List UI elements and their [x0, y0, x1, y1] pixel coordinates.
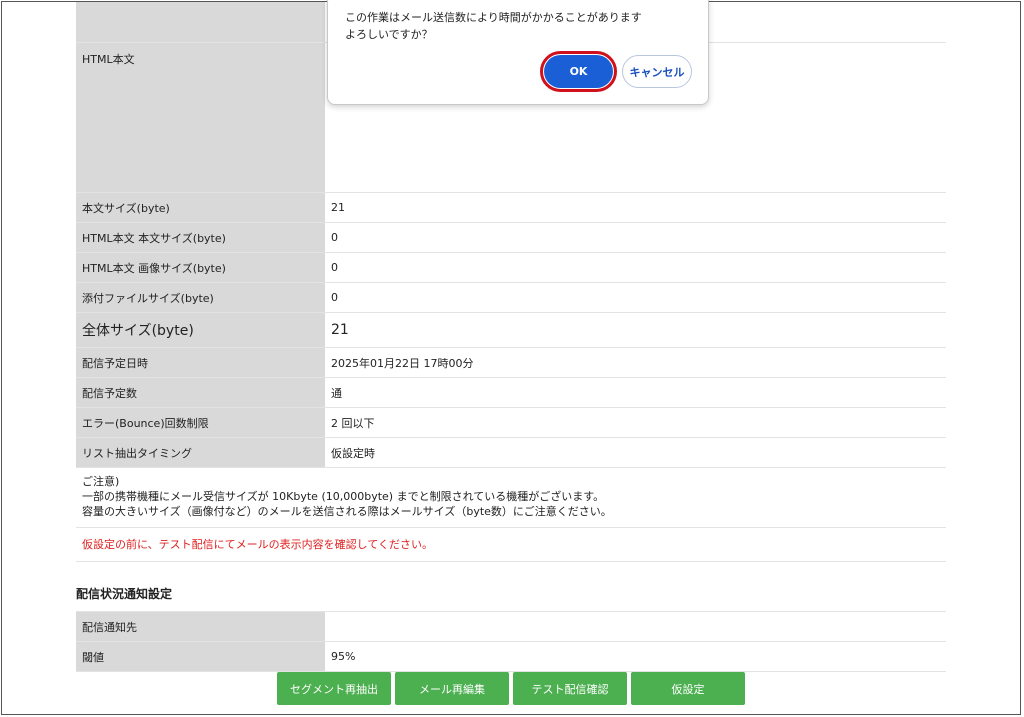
dialog-message-line: この作業はメール送信数により時間がかかることがあります: [345, 11, 642, 24]
table-row: 添付ファイルサイズ(byte) 0: [76, 282, 946, 313]
confirm-dialog: この作業はメール送信数により時間がかかることがあります よろしいですか？ OK …: [327, 0, 709, 105]
dialog-message-line: よろしいですか？: [345, 28, 433, 41]
table-row: HTML本文 本文サイズ(byte) 0: [76, 222, 946, 253]
test-delivery-warning: 仮設定の前に、テスト配信にてメールの表示内容を確認してください。: [76, 528, 946, 562]
row-value: 2 回以下: [325, 407, 946, 438]
notify-section-title: 配信状況通知設定: [76, 562, 946, 612]
row-value: 通: [325, 377, 946, 408]
row-value: [325, 612, 946, 642]
row-label: HTML本文 本文サイズ(byte): [76, 222, 325, 253]
segment-reextract-button[interactable]: セグメント再抽出: [277, 672, 391, 705]
row-label-total-size: 全体サイズ(byte): [76, 312, 325, 348]
test-delivery-button[interactable]: テスト配信確認: [513, 672, 627, 705]
provisional-setting-button[interactable]: 仮設定: [631, 672, 745, 705]
ok-button[interactable]: OK: [544, 55, 613, 88]
row-label: 配信予定日時: [76, 347, 325, 378]
action-buttons: セグメント再抽出 メール再編集 テスト配信確認 仮設定: [277, 672, 745, 705]
dialog-message: この作業はメール送信数により時間がかかることがあります よろしいですか？: [345, 9, 642, 43]
row-label: 閾値: [76, 641, 325, 672]
note-line: 容量の大きいサイズ（画像付など）のメールを送信される際はメールサイズ（byte数…: [82, 505, 612, 518]
row-value: 0: [325, 282, 946, 313]
notes-section: ご注意) 一部の携帯機種にメール受信サイズが 10Kbyte (10,000by…: [76, 468, 946, 612]
notify-settings-table: 配信通知先 閾値 95%: [76, 612, 946, 672]
row-label: [76, 2, 325, 43]
row-label-html-body: HTML本文: [76, 42, 325, 193]
row-label: HTML本文 画像サイズ(byte): [76, 252, 325, 283]
row-value-total-size: 21: [325, 312, 946, 348]
cancel-button[interactable]: キャンセル: [622, 55, 692, 88]
note-line: 一部の携帯機種にメール受信サイズが 10Kbyte (10,000byte) ま…: [82, 490, 605, 503]
page-frame: HTML本文 本文サイズ(byte) 21 HTML本文 本文サイズ(byte)…: [1, 0, 1021, 715]
row-value: 2025年01月22日 17時00分: [325, 347, 946, 378]
note-title: ご注意): [82, 475, 120, 488]
row-value: 95%: [325, 641, 946, 672]
row-label: エラー(Bounce)回数制限: [76, 407, 325, 438]
row-label: 配信予定数: [76, 377, 325, 408]
table-row: リスト抽出タイミング 仮設定時: [76, 437, 946, 468]
table-row: 配信予定日時 2025年01月22日 17時00分: [76, 347, 946, 378]
size-caution-note: ご注意) 一部の携帯機種にメール受信サイズが 10Kbyte (10,000by…: [76, 468, 946, 528]
row-value: 0: [325, 252, 946, 283]
row-value: 仮設定時: [325, 437, 946, 468]
row-label: リスト抽出タイミング: [76, 437, 325, 468]
row-value: 0: [325, 222, 946, 253]
row-label: 配信通知先: [76, 612, 325, 642]
table-row: 全体サイズ(byte) 21: [76, 312, 946, 348]
row-value: 21: [325, 192, 946, 223]
table-row: 配信予定数 通: [76, 377, 946, 408]
table-row: エラー(Bounce)回数制限 2 回以下: [76, 407, 946, 438]
table-row: 閾値 95%: [76, 641, 946, 672]
table-row: 配信通知先: [76, 612, 946, 642]
mail-reedit-button[interactable]: メール再編集: [395, 672, 509, 705]
table-row: 本文サイズ(byte) 21: [76, 192, 946, 223]
row-label: 添付ファイルサイズ(byte): [76, 282, 325, 313]
table-row: HTML本文 画像サイズ(byte) 0: [76, 252, 946, 283]
row-label: 本文サイズ(byte): [76, 192, 325, 223]
